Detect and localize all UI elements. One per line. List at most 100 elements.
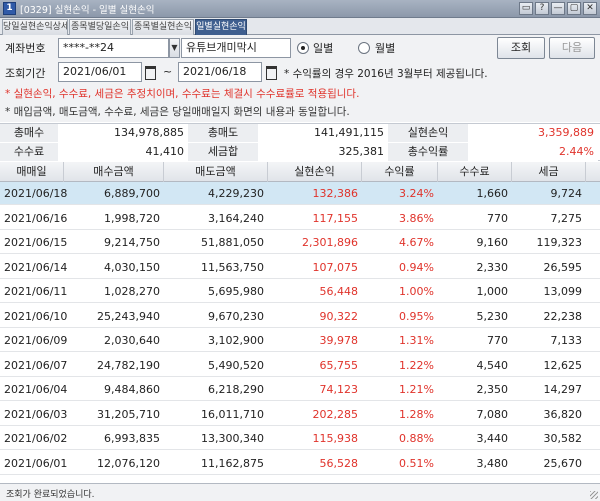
table-row[interactable]: 2021/06/07 24,782,190 5,490,520 65,755 1.22%… <box>0 354 600 377</box>
cell-trade-date: 2021/06/09 <box>4 334 68 347</box>
col-sell-amount[interactable]: 매도금액 <box>164 162 268 182</box>
table-row[interactable]: 2021/06/04 9,484,860 6,218,290 74,123 1.21% 2… <box>0 378 600 401</box>
realized-value: 3,359,889 <box>468 124 598 142</box>
close-icon[interactable]: ✕ <box>583 2 597 15</box>
date-from-input[interactable]: 2021/06/01 <box>58 62 142 82</box>
col-trade-date[interactable]: 매매일 <box>0 162 64 182</box>
col-realized-pl[interactable]: 실현손익 <box>268 162 362 182</box>
col-tax[interactable]: 세금 <box>512 162 586 182</box>
note-estimate: * 실현손익, 수수료, 세금은 추정치이며, 수수료는 체결시 수수료률로 적… <box>5 88 360 100</box>
cell-buy-amount: 24,782,190 <box>97 358 160 372</box>
total-sell-value: 141,491,115 <box>258 124 388 142</box>
cell-sell-amount: 11,162,875 <box>201 456 264 470</box>
note-same-content: * 매입금액, 매도금액, 수수료, 세금은 당일매매일지 화면의 내용과 동일… <box>5 106 350 118</box>
cell-return-rate: 1.21% <box>399 383 434 396</box>
cell-tax: 119,323 <box>536 236 583 249</box>
cell-return-rate: 1.31% <box>399 334 434 347</box>
resize-grip-icon[interactable] <box>590 491 598 499</box>
return-value: 2.44% <box>468 143 598 161</box>
cell-sell-amount: 6,218,290 <box>208 383 264 396</box>
tab-stock-daily[interactable]: 종목별당일손익 <box>69 19 131 35</box>
table-row[interactable]: 2021/06/14 4,030,150 11,563,750 107,075 0.94… <box>0 256 600 279</box>
return-label: 총수익률 <box>388 143 468 161</box>
cell-fee: 5,230 <box>476 309 509 323</box>
date-to-input[interactable]: 2021/06/18 <box>178 62 262 82</box>
tab-daily-detail[interactable]: 당일실현손익상세 <box>2 19 68 35</box>
cell-buy-amount: 1,998,720 <box>104 211 160 225</box>
cell-buy-amount: 4,030,150 <box>104 260 160 274</box>
radio-monthly[interactable] <box>358 42 370 54</box>
cell-buy-amount: 12,076,120 <box>97 456 160 470</box>
cell-fee: 1,000 <box>476 285 509 298</box>
table-row[interactable]: 2021/06/16 1,998,720 3,164,240 117,155 3.86%… <box>0 207 600 230</box>
tax-value: 325,381 <box>258 143 388 161</box>
table-row[interactable]: 2021/06/10 25,243,940 9,670,230 90,322 0.95%… <box>0 305 600 328</box>
cell-buy-amount: 1,028,270 <box>104 285 160 298</box>
tab-daily-realized[interactable]: 일별실현손익 <box>195 19 247 35</box>
cell-sell-amount: 16,011,710 <box>201 407 264 421</box>
table-row[interactable]: 2021/06/01 12,076,120 11,162,875 56,528 0.51… <box>0 452 600 475</box>
tab-stock-realized[interactable]: 종목별실현손익 <box>132 19 194 35</box>
cell-realized-pl: 74,123 <box>319 383 359 396</box>
realized-label: 실현손익 <box>388 124 468 142</box>
cell-fee: 2,330 <box>476 260 509 274</box>
cell-return-rate: 0.94% <box>399 260 434 274</box>
cell-fee: 770 <box>487 334 508 347</box>
cell-realized-pl: 2,301,896 <box>302 236 358 249</box>
cell-return-rate: 3.24% <box>399 187 434 200</box>
fee-value: 41,410 <box>58 143 188 161</box>
cell-fee: 2,350 <box>476 383 509 396</box>
query-form: 계좌번호 ****-**24 ▼ 유튜브개미막시 일별 월별 조회 다음 조회기… <box>0 35 600 122</box>
cell-trade-date: 2021/06/07 <box>4 358 68 372</box>
table-row[interactable]: 2021/06/11 1,028,270 5,695,980 56,448 1.00% 1… <box>0 280 600 303</box>
col-buy-amount[interactable]: 매수금액 <box>64 162 164 182</box>
cell-return-rate: 0.95% <box>399 309 434 323</box>
next-button[interactable]: 다음 <box>549 37 595 59</box>
total-buy-label: 총매수 <box>0 124 58 142</box>
table-row[interactable]: 2021/06/09 2,030,640 3,102,900 39,978 1.31% 7… <box>0 329 600 352</box>
cell-fee: 770 <box>487 211 508 225</box>
cell-tax: 9,724 <box>550 187 583 200</box>
cell-return-rate: 1.28% <box>399 407 434 421</box>
cell-sell-amount: 3,164,240 <box>208 211 264 225</box>
minimize-icon[interactable]: — <box>551 2 565 15</box>
window-title: [0329] 실현손익 - 일별 실현손익 <box>20 5 155 16</box>
tax-label: 세금합 <box>188 143 258 161</box>
account-dropdown-icon[interactable]: ▼ <box>169 38 180 58</box>
maximize-icon[interactable]: ▢ <box>567 2 581 15</box>
note-period: * 수익률의 경우 2016년 3월부터 제공됩니다. <box>284 68 488 80</box>
status-text: 조회가 완료되었습니다. <box>6 490 95 500</box>
cell-fee: 9,160 <box>476 236 509 249</box>
table-row[interactable]: 2021/06/18 6,889,700 4,229,230 132,386 3.24%… <box>0 182 600 205</box>
cell-trade-date: 2021/06/10 <box>4 309 68 323</box>
calendar-to-icon[interactable] <box>264 62 278 82</box>
col-return-rate[interactable]: 수익률 <box>362 162 438 182</box>
cell-tax: 22,238 <box>543 309 583 323</box>
cell-sell-amount: 51,881,050 <box>201 236 264 249</box>
cell-sell-amount: 11,563,750 <box>201 260 264 274</box>
table-row[interactable]: 2021/06/15 9,214,750 51,881,050 2,301,896 4.… <box>0 231 600 254</box>
cell-return-rate: 3.86% <box>399 211 434 225</box>
cell-realized-pl: 115,938 <box>312 432 359 445</box>
cell-fee: 3,480 <box>476 456 509 470</box>
cell-buy-amount: 2,030,640 <box>104 334 160 347</box>
title-bar: 1 [0329] 실현손익 - 일별 실현손익 ▭ ? — ▢ ✕ <box>0 0 600 18</box>
table-row[interactable]: 2021/06/03 31,205,710 16,011,710 202,285 1.2… <box>0 403 600 426</box>
cell-return-rate: 0.51% <box>399 456 434 470</box>
col-fee[interactable]: 수수료 <box>438 162 512 182</box>
radio-monthly-label: 월별 <box>375 42 396 55</box>
calendar-from-icon[interactable] <box>143 62 157 82</box>
cell-realized-pl: 117,155 <box>312 211 359 225</box>
tab-bar: 당일실현손익상세 종목별당일손익 종목별실현손익 일별실현손익 <box>0 18 600 35</box>
help-icon[interactable]: ? <box>535 2 549 15</box>
cell-tax: 12,625 <box>543 358 583 372</box>
restore-icon[interactable]: ▭ <box>519 2 533 15</box>
cell-sell-amount: 5,695,980 <box>208 285 264 298</box>
query-button[interactable]: 조회 <box>497 37 545 59</box>
table-row[interactable]: 2021/06/02 6,993,835 13,300,340 115,938 0.88… <box>0 427 600 450</box>
account-label: 계좌번호 <box>5 42 46 55</box>
cell-realized-pl: 39,978 <box>319 334 359 347</box>
radio-daily[interactable] <box>297 42 309 54</box>
cell-trade-date: 2021/06/14 <box>4 260 68 274</box>
account-input[interactable]: ****-**24 <box>58 38 169 58</box>
